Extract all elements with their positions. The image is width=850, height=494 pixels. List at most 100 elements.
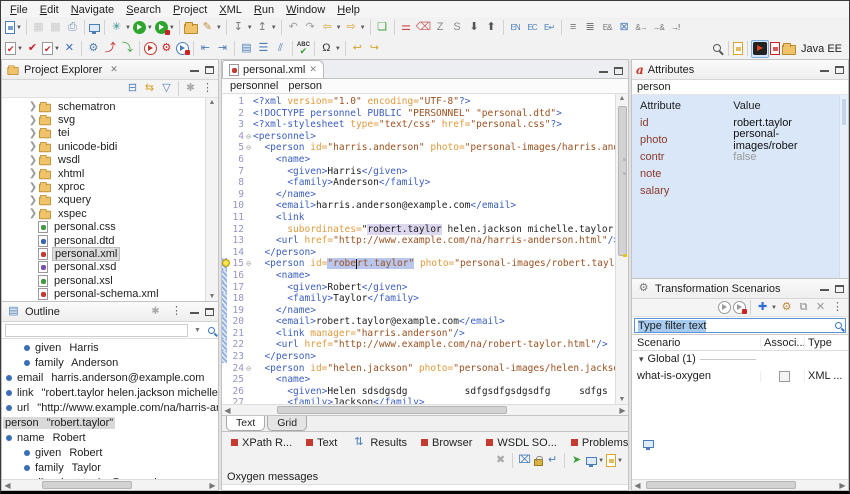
validation-scenario-icon[interactable]: ▼ <box>41 40 61 58</box>
dropdown-arrow-icon[interactable]: ▼ <box>271 25 277 31</box>
dropdown-arrow-icon[interactable]: ▼ <box>336 25 342 31</box>
search-icon[interactable] <box>712 40 725 58</box>
associate-schema-icon[interactable]: ⚙ <box>85 40 102 58</box>
bottom-tab-text[interactable]: Text <box>299 434 344 451</box>
scroll-right-icon[interactable]: ▶ <box>207 481 218 490</box>
scroll-lock-icon[interactable] <box>533 452 544 470</box>
attribute-row-contr[interactable]: contrfalse <box>632 148 839 165</box>
apply-transformation-icon[interactable]: ▼ <box>132 19 154 37</box>
maximize-icon[interactable] <box>614 67 623 75</box>
view-tab-grid[interactable]: Grid <box>267 416 307 431</box>
menu-window[interactable]: Window <box>280 4 331 16</box>
print-icon[interactable]: ⎙ <box>64 19 81 37</box>
new-scenario-icon[interactable]: ✚▼ <box>754 299 778 317</box>
minimize-icon[interactable] <box>820 289 829 292</box>
scenarios-group-row[interactable]: ▾Global (1) <box>632 351 848 368</box>
dropdown-arrow-icon[interactable]: ▼ <box>771 305 777 311</box>
fold-marker-icon[interactable]: ⊖ <box>244 363 253 375</box>
code-line-8[interactable]: 8 <family>Anderson</family> <box>222 177 615 189</box>
expand-icon[interactable]: ❯ <box>28 115 38 126</box>
refactoring-move-icon[interactable]: ⤵ <box>119 40 136 58</box>
open-console-icon[interactable]: ▼ <box>605 452 624 470</box>
tree-item-personal.xsl[interactable]: personal.xsl <box>28 274 205 287</box>
format-elements-icon[interactable]: ⫽ <box>272 40 289 58</box>
breadcrumb-personnel[interactable]: personnel <box>230 80 278 92</box>
column-header-scenario[interactable]: Scenario <box>632 337 760 349</box>
outline-item-name[interactable]: name Robert <box>2 430 218 445</box>
scenarios-hscrollbar[interactable]: ◀ ▶ <box>632 479 848 490</box>
menu-edit[interactable]: Edit <box>34 4 65 16</box>
code-line-16[interactable]: 16 <name> <box>222 270 615 282</box>
check-in-icon[interactable]: ↧▼ <box>230 19 254 37</box>
unescape-selection-icon[interactable]: →& <box>650 19 667 37</box>
associated-checkbox[interactable] <box>779 371 790 382</box>
pin-console-icon[interactable]: ➤ <box>568 452 585 470</box>
code-line-20[interactable]: 20 <email>robert.taylor@example.com</ema… <box>222 316 615 328</box>
outline-item-link[interactable]: link "robert.taylor helen.jackson michel… <box>2 385 218 400</box>
maximize-icon[interactable] <box>205 308 214 316</box>
scroll-left-icon[interactable]: ◀ <box>222 406 233 415</box>
escape-selection-icon[interactable]: &→ <box>633 19 650 37</box>
code-line-18[interactable]: 18 <family>Taylor</family> <box>222 293 615 305</box>
search-icon[interactable] <box>208 327 215 334</box>
dropdown-arrow-icon[interactable]: ▼ <box>335 46 341 52</box>
tree-item-xspec[interactable]: ❯xspec <box>28 207 205 220</box>
expand-icon[interactable]: ❯ <box>28 208 38 219</box>
minimize-icon[interactable] <box>190 70 199 73</box>
export-icon[interactable]: ⇥ <box>214 40 231 58</box>
tree-item-wsdl[interactable]: ❯wsdl <box>28 154 205 167</box>
import-icon[interactable]: ⇤ <box>197 40 214 58</box>
tree-item-personal.css[interactable]: personal.css <box>28 221 205 234</box>
save-icon[interactable]: ▦ <box>30 19 47 37</box>
rename-element-icon[interactable]: EN <box>507 19 524 37</box>
scenarios-filter-input[interactable]: Type filter text <box>634 318 846 333</box>
expand-icon[interactable]: ❯ <box>28 155 38 166</box>
outline-item-url[interactable]: url "http://www.example.com/na/harris-an… <box>2 400 218 415</box>
tree-item-personal.xml[interactable]: personal.xml <box>28 247 205 260</box>
code-line-25[interactable]: 25 <name> <box>222 374 615 386</box>
previous-edit-icon[interactable]: ↩ <box>349 40 366 58</box>
dropdown-arrow-icon[interactable]: ▼ <box>16 25 22 31</box>
outline-item-person[interactable]: person "robert.taylor" <box>2 415 218 430</box>
view-menu-icon[interactable]: ⋮ <box>829 299 846 317</box>
refactoring-rename-icon[interactable]: ⤴ <box>102 40 119 58</box>
scroll-left-icon[interactable]: ◀ <box>632 481 643 490</box>
code-line-24[interactable]: 24⊖ <person id="helen.jackson" photo="pe… <box>222 363 615 375</box>
terminate-icon[interactable]: ✖ <box>492 452 509 470</box>
attribute-row-photo[interactable]: photopersonal-images/rober <box>632 131 839 148</box>
editor-tab-personal-xml[interactable]: personal.xml ✕ <box>222 60 324 78</box>
code-line-6[interactable]: 6 <name> <box>222 154 615 166</box>
open-file-icon[interactable] <box>183 19 199 37</box>
go-to-definition-icon[interactable]: →! <box>667 19 684 37</box>
open-perspective-icon[interactable] <box>732 40 744 58</box>
chevron-down-icon[interactable]: ▾ <box>639 354 644 365</box>
dropdown-arrow-icon[interactable]: ▼ <box>147 25 153 31</box>
bottom-tab-xpathr[interactable]: XPath R... <box>224 434 299 451</box>
insert-element-icon[interactable]: E↵ <box>541 19 558 37</box>
minimize-icon[interactable] <box>599 71 608 74</box>
clear-console-icon[interactable]: ⌧ <box>516 452 533 470</box>
code-line-10[interactable]: 10 <email>harris.anderson@example.com</e… <box>222 200 615 212</box>
tree-item-personal-schema.xml[interactable]: personal-schema.xml <box>28 287 205 300</box>
code-line-26[interactable]: 26 <given>Helen sdsdgsdg sdfgsdfgsdgsdfg… <box>222 386 615 398</box>
outline-item-given[interactable]: given Robert <box>2 445 218 460</box>
debug-scenario-icon[interactable] <box>732 299 747 317</box>
clear-validation-icon[interactable]: ✕ <box>61 40 78 58</box>
find-replace-icon[interactable]: ✎▼ <box>199 19 223 37</box>
scenario-row-what-is-oxygen[interactable]: what-is-oxygenXML ... <box>632 368 848 385</box>
character-map-icon[interactable]: Ω▼ <box>318 40 342 58</box>
word-wrap-icon[interactable]: ↵ <box>544 452 561 470</box>
fold-marker-icon[interactable]: ⊖ <box>244 258 253 270</box>
scroll-down-icon[interactable]: ▼ <box>619 395 626 404</box>
next-edit-icon[interactable]: ↪ <box>366 40 383 58</box>
export-entities-icon[interactable]: ⬆ <box>483 19 500 37</box>
dropdown-arrow-icon[interactable]: ▼ <box>617 458 623 464</box>
expand-icon[interactable]: ❯ <box>28 182 38 193</box>
scroll-up-icon[interactable]: ▲ <box>619 94 626 103</box>
tree-item-unicode-bidi[interactable]: ❯unicode-bidi <box>28 140 205 153</box>
join-elements-icon[interactable]: Z <box>432 19 449 37</box>
spell-check-icon[interactable]: ABC✔ <box>296 40 311 58</box>
close-icon[interactable]: ✕ <box>309 64 317 75</box>
tree-item-schematron[interactable]: ❯schematron <box>28 100 205 113</box>
code-line-2[interactable]: 2<!DOCTYPE personnel PUBLIC "PERSONNEL" … <box>222 108 615 120</box>
